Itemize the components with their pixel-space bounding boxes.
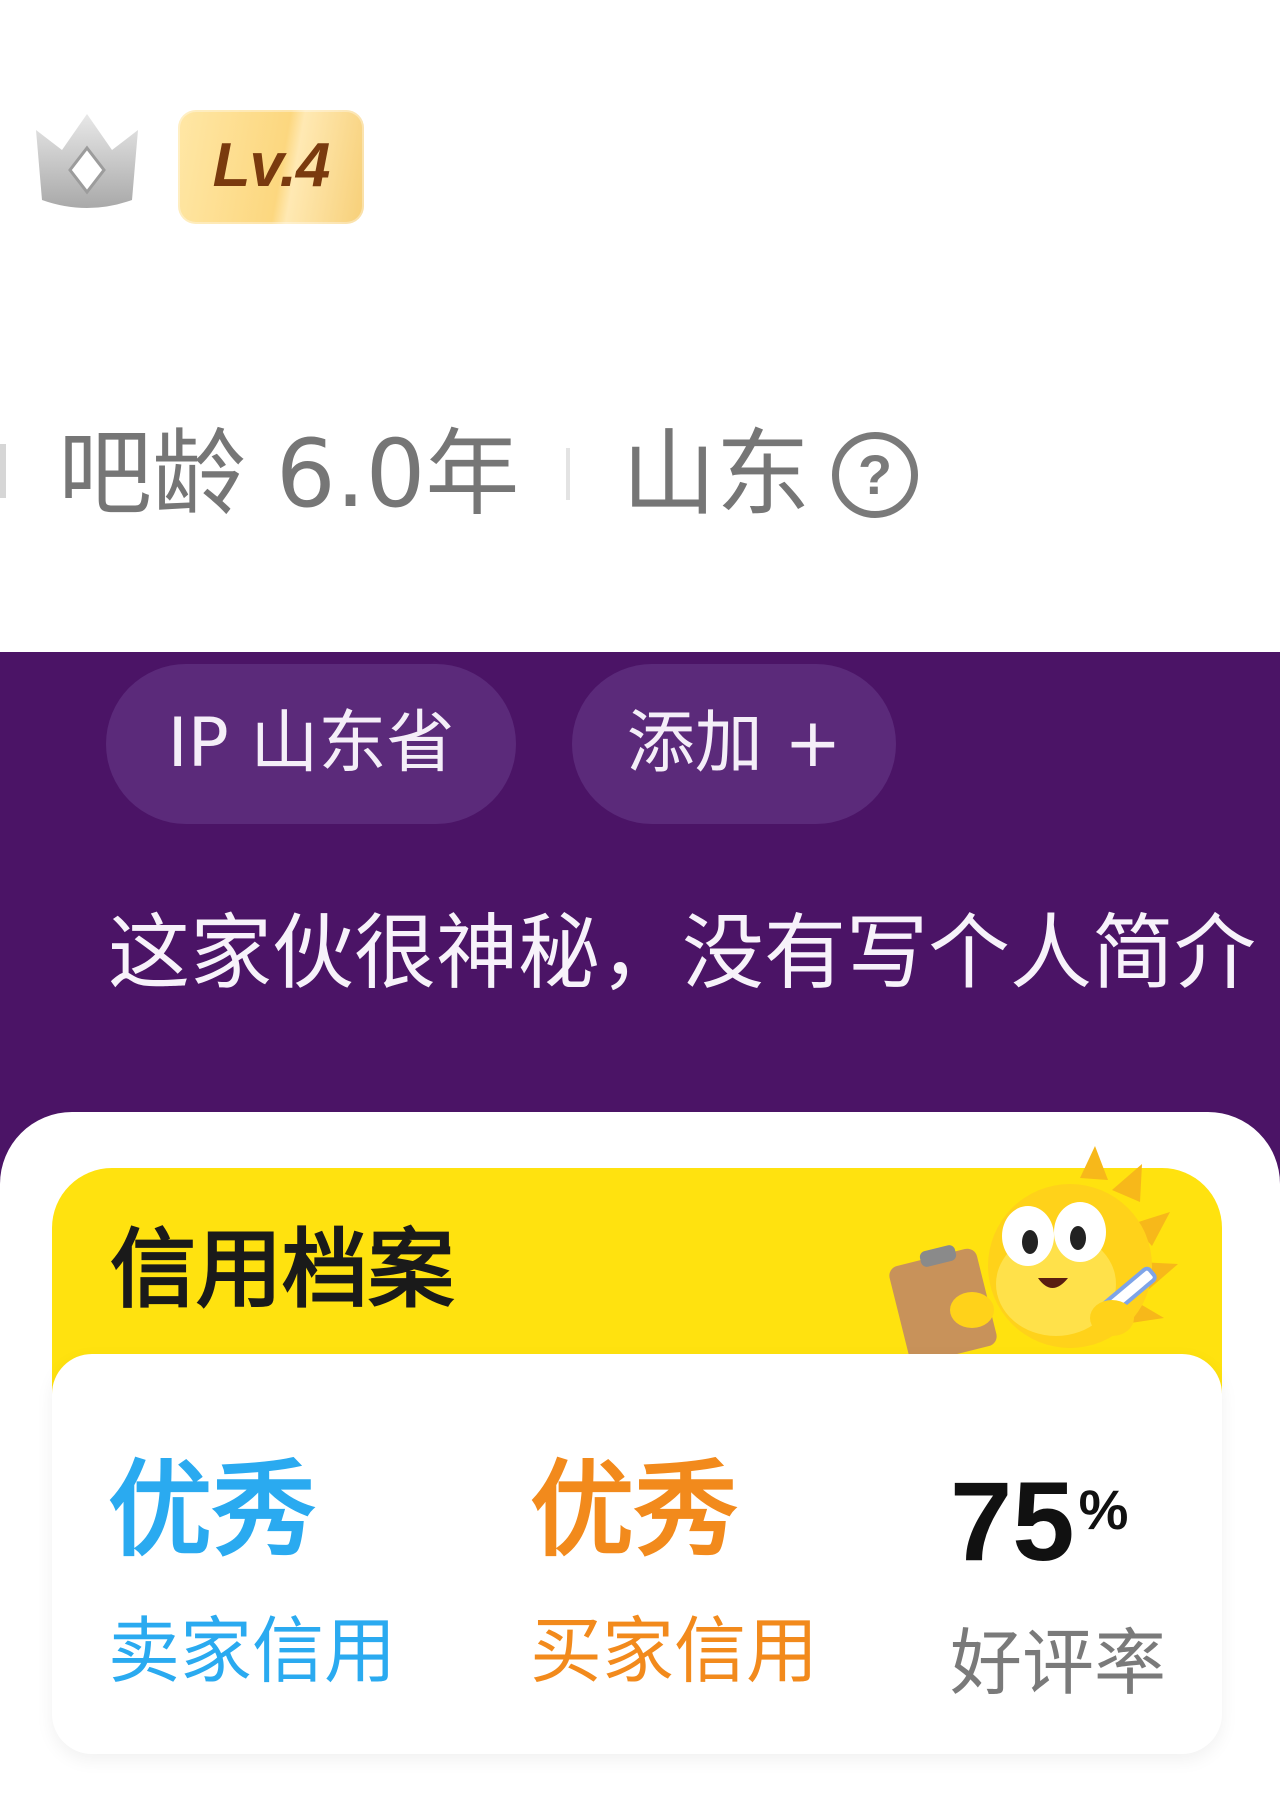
seller-credit-label: 卖家信用 [108, 1609, 397, 1693]
bio-text: 这家伙很神秘，没有写个人简介 [108, 906, 1257, 1001]
ip-location-tag: IP 山东省 [106, 664, 516, 824]
mascot-illustration [889, 1146, 1178, 1358]
positive-rate-stat[interactable]: 75% 好评率 [950, 1450, 1166, 1708]
buyer-credit-rating: 优秀 [530, 1449, 739, 1571]
divider [0, 444, 6, 498]
crown-icon [36, 114, 138, 208]
buyer-credit-label: 买家信用 [530, 1609, 819, 1693]
level-badge[interactable]: Lv.4 [178, 110, 364, 224]
positive-rate-label: 好评率 [950, 1620, 1167, 1705]
positive-rate-value: 75 [950, 1458, 1075, 1584]
add-tag-button[interactable]: 添加 + [572, 664, 896, 824]
profile-header [0, 0, 1280, 652]
seller-credit-stat[interactable]: 优秀 卖家信用 [108, 1450, 396, 1696]
level-label: Lv.4 [212, 131, 331, 200]
account-age: 吧龄 6.0年 [58, 420, 520, 529]
help-icon[interactable]: ? [832, 432, 918, 518]
profile-meta-row: 吧龄 6.0年 山东 ? [0, 420, 1280, 530]
location-text: 山东 [622, 420, 811, 529]
positive-rate-unit: % [1078, 1478, 1129, 1541]
positive-rate-value-wrap: 75% [950, 1450, 1166, 1582]
buyer-credit-stat[interactable]: 优秀 买家信用 [530, 1450, 818, 1696]
divider [566, 448, 570, 500]
credit-card-title: 信用档案 [110, 1220, 454, 1320]
seller-credit-rating: 优秀 [108, 1449, 317, 1571]
